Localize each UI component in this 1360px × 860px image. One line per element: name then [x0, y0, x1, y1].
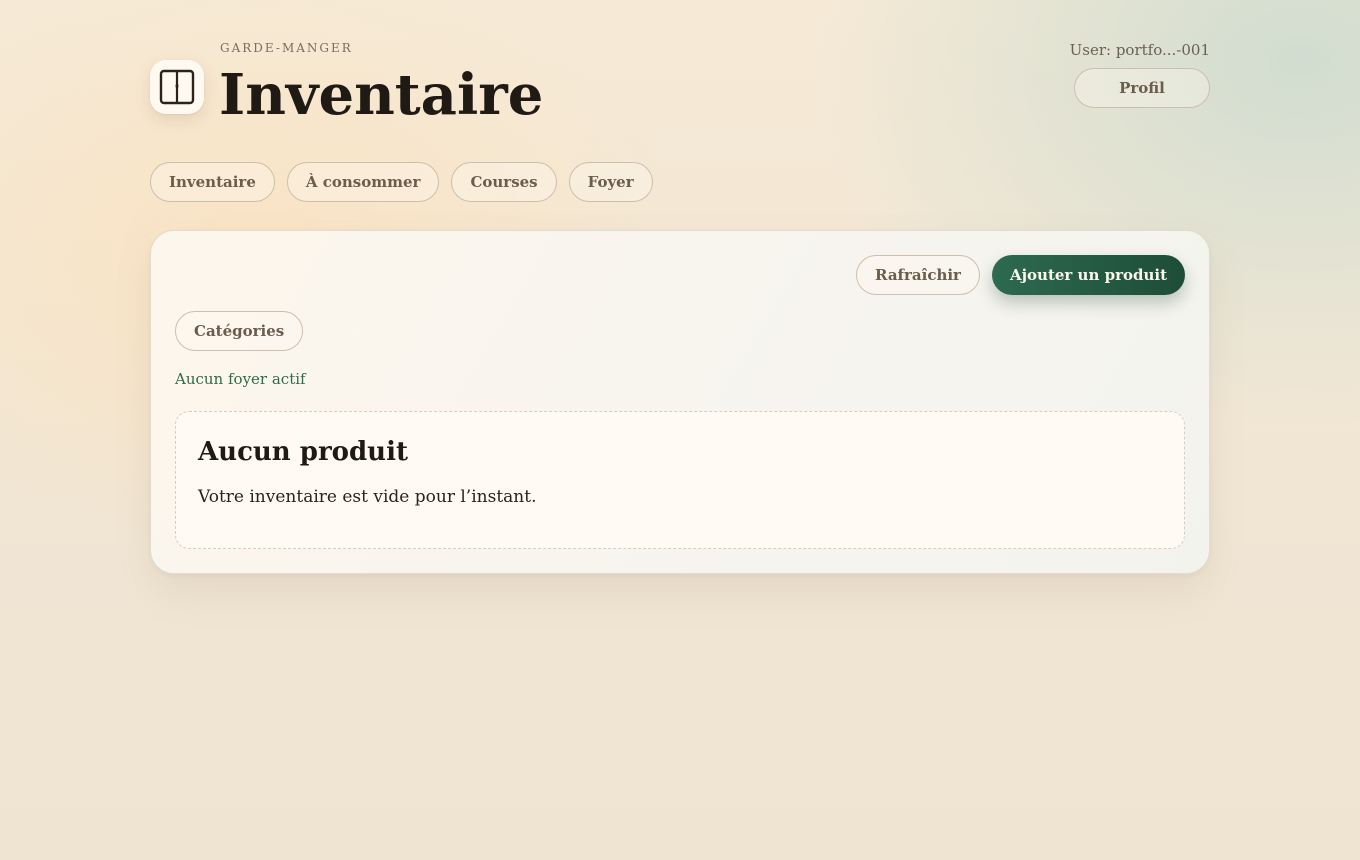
- empty-state-title: Aucun produit: [198, 437, 408, 467]
- main-nav: Inventaire À consommer Courses Foyer: [150, 162, 653, 202]
- pantry-cabinet-icon: [159, 69, 195, 105]
- user-label: User: portfo...-001: [1069, 41, 1210, 59]
- household-status: Aucun foyer actif: [175, 370, 306, 388]
- empty-state: Aucun produit Votre inventaire est vide …: [175, 411, 1185, 549]
- tab-foyer[interactable]: Foyer: [568, 162, 653, 202]
- page-title: Inventaire: [219, 62, 544, 128]
- app-eyebrow: GARDE-MANGER: [220, 41, 353, 55]
- inventory-card: Rafraîchir Ajouter un produit Catégories…: [150, 230, 1210, 574]
- tab-a-consommer[interactable]: À consommer: [286, 162, 440, 202]
- user-block: User: portfo...-001 Profil: [1010, 40, 1210, 108]
- card-actions: Rafraîchir Ajouter un produit: [856, 255, 1185, 295]
- empty-state-description: Votre inventaire est vide pour l’instant…: [198, 487, 537, 507]
- app-logo: [150, 60, 204, 114]
- add-product-button[interactable]: Ajouter un produit: [991, 255, 1185, 295]
- categories-button[interactable]: Catégories: [175, 311, 304, 351]
- refresh-button[interactable]: Rafraîchir: [856, 255, 980, 295]
- tab-inventaire[interactable]: Inventaire: [150, 162, 275, 202]
- profile-button[interactable]: Profil: [1074, 68, 1210, 108]
- tab-courses[interactable]: Courses: [451, 162, 557, 202]
